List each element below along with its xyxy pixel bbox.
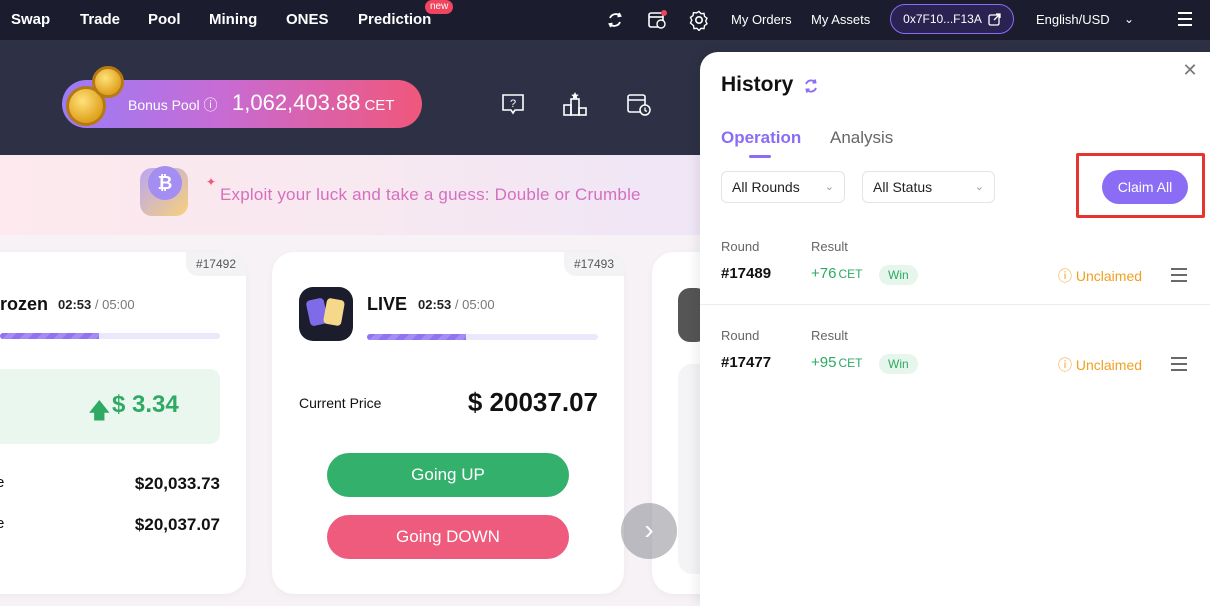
history-result: +95 CET [811, 354, 863, 371]
leaderboard-icon[interactable] [562, 91, 588, 117]
bonus-pool-label: Bonus Pool ⓘ [128, 97, 218, 113]
closed-price-value: $20,037.07 [134, 515, 220, 534]
next-arrow-button[interactable]: › [621, 503, 677, 559]
going-up-button[interactable]: Going UP [327, 453, 569, 497]
round-status: rozen [0, 294, 49, 314]
history-result: +76 CET [811, 265, 863, 282]
tab-analysis[interactable]: Analysis [830, 128, 893, 148]
chevron-down-icon: ⌄ [974, 181, 984, 193]
price-change: $ 3.34 [112, 391, 179, 418]
unclaimed-status: ⓘ Unclaimed [1058, 357, 1143, 373]
calendar-history-icon[interactable] [646, 9, 668, 31]
round-id: #17492 [185, 252, 246, 276]
history-panel: History ✕ Operation Analysis All Rounds ⌄… [700, 52, 1210, 606]
active-tab-indicator [749, 155, 771, 158]
round-status: LIVE [367, 294, 408, 314]
help-icon[interactable]: ? [500, 91, 526, 117]
locked-price-label: e [0, 474, 5, 491]
round-timer: 02:53 / 05:00 [418, 297, 495, 312]
refresh-icon[interactable] [801, 76, 821, 96]
round-progress [367, 334, 598, 340]
wallet-address: 0x7F10...F13A [903, 12, 982, 26]
history-round: #17477 [721, 354, 772, 371]
warning-circle-icon: ⓘ [1058, 268, 1072, 284]
current-price-value: $ 20037.07 [467, 387, 598, 417]
win-badge: Win [879, 265, 918, 285]
row-menu-icon[interactable] [1170, 268, 1188, 282]
bitcoin-icon: ₿ [148, 166, 182, 200]
nav-ones[interactable]: ONES [286, 11, 329, 28]
nav-prediction[interactable]: Prediction [358, 11, 431, 28]
unclaimed-status: ⓘ Unclaimed [1058, 268, 1143, 284]
round-card-left: #17492 rozen 02:53 / 05:00 🡅 $ 3.34 e $2… [0, 252, 246, 594]
history-title: History [721, 73, 794, 96]
history-round: #17489 [721, 265, 772, 282]
warning-circle-icon: ⓘ [1058, 357, 1072, 373]
menu-icon[interactable] [1176, 10, 1194, 28]
bonus-pool-value: 1,062,403.88 CET [232, 90, 395, 115]
rounds-filter-select[interactable]: All Rounds ⌄ [721, 171, 845, 203]
up-down-cards-icon [299, 287, 353, 341]
round-progress [0, 333, 220, 339]
going-down-button[interactable]: Going DOWN [327, 515, 569, 559]
nav-swap[interactable]: Swap [11, 11, 50, 28]
coin-icon-small [92, 66, 124, 98]
sparkle-icon: ✦ [206, 175, 217, 189]
chevron-down-icon[interactable]: ⌄ [1124, 12, 1134, 26]
question-circle-icon[interactable]: ⓘ [204, 97, 218, 113]
history-calendar-icon[interactable] [626, 91, 652, 117]
tab-operation[interactable]: Operation [721, 128, 801, 148]
new-badge: new [425, 0, 454, 14]
locked-price-value: $20,033.73 [134, 474, 220, 493]
banner-text: Exploit your luck and take a guess: Doub… [220, 185, 641, 204]
nav-mining[interactable]: Mining [209, 11, 257, 28]
wallet-address-button[interactable]: 0x7F10...F13A [890, 4, 1014, 34]
current-price-label: Current Price [299, 395, 382, 411]
result-label: Result [811, 239, 848, 254]
arrow-up-icon: 🡅 [88, 398, 111, 423]
result-label: Result [811, 328, 848, 343]
round-label: Round [721, 239, 760, 254]
close-icon[interactable]: ✕ [1180, 60, 1200, 80]
price-change-box: 🡅 $ 3.34 [0, 369, 220, 444]
refresh-icon[interactable] [604, 9, 626, 31]
status-filter-select[interactable]: All Status ⌄ [862, 171, 995, 203]
chevron-down-icon: ⌄ [824, 181, 834, 193]
round-progress-fill [0, 333, 99, 339]
round-label: Round [721, 328, 760, 343]
svg-text:?: ? [510, 98, 516, 110]
my-assets-link[interactable]: My Assets [811, 12, 870, 27]
closed-price-label: e [0, 515, 5, 532]
win-badge: Win [879, 354, 918, 374]
settings-gear-icon[interactable] [688, 9, 710, 31]
row-divider [700, 304, 1210, 305]
round-id: #17493 [563, 252, 624, 276]
top-nav: Swap Trade Pool Mining ONES Prediction n… [0, 0, 1210, 40]
round-timer: 02:53 / 05:00 [58, 297, 135, 312]
external-link-icon [988, 12, 1001, 26]
nav-pool[interactable]: Pool [148, 11, 181, 28]
row-menu-icon[interactable] [1170, 357, 1188, 371]
nav-trade[interactable]: Trade [80, 11, 120, 28]
language-selector[interactable]: English/USD [1036, 12, 1110, 27]
round-progress-fill [367, 334, 467, 340]
claim-all-button[interactable]: Claim All [1102, 170, 1188, 204]
my-orders-link[interactable]: My Orders [731, 12, 792, 27]
